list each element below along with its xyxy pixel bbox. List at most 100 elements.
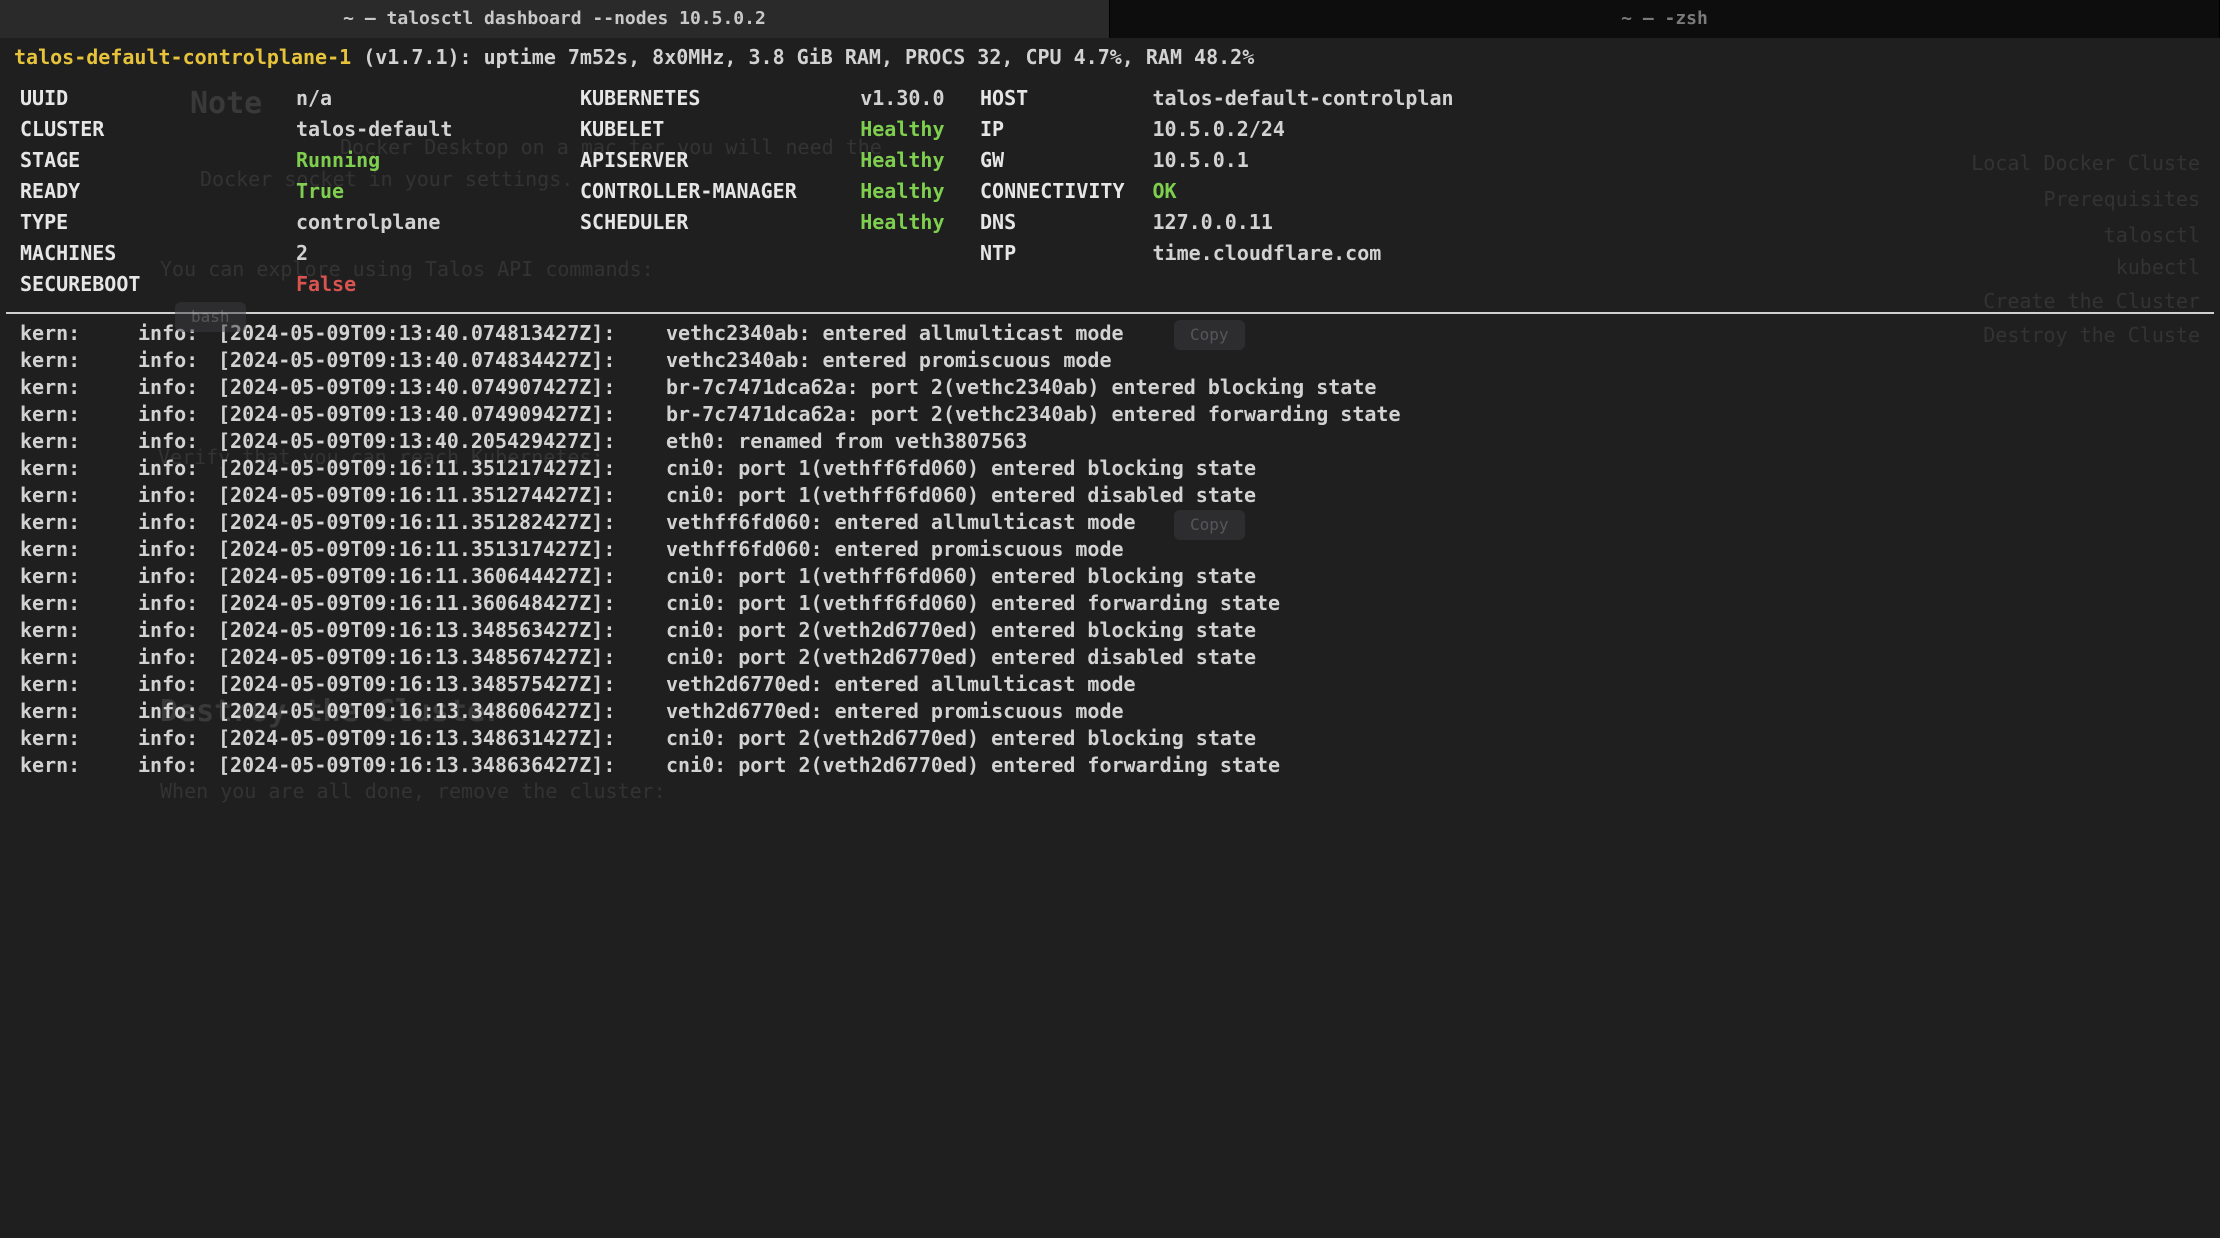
info-label: IP <box>980 116 1125 143</box>
log-lvl: info: <box>138 482 218 509</box>
log-msg: vethc2340ab: entered promiscuous mode <box>666 347 2200 374</box>
log-fac: kern: <box>20 428 138 455</box>
log-ts: [2024-05-09T09:16:11.351217427Z]: <box>218 455 666 482</box>
log-msg: vethff6fd060: entered allmulticast mode <box>666 509 2200 536</box>
log-ts: [2024-05-09T09:13:40.074907427Z]: <box>218 374 666 401</box>
log-fac: kern: <box>20 455 138 482</box>
info-value: 10.5.0.2/24 <box>1153 116 1454 143</box>
log-ts: [2024-05-09T09:16:13.348567427Z]: <box>218 644 666 671</box>
log-msg: veth2d6770ed: entered promiscuous mode <box>666 698 2200 725</box>
info-value: talos-default-controlplan <box>1153 85 1454 112</box>
log-ts: [2024-05-09T09:13:40.074834427Z]: <box>218 347 666 374</box>
log-line: kern:info:[2024-05-09T09:16:13.348575427… <box>20 671 2200 698</box>
log-line: kern:info:[2024-05-09T09:13:40.205429427… <box>20 428 2200 455</box>
log-ts: [2024-05-09T09:16:11.360644427Z]: <box>218 563 666 590</box>
log-ts: [2024-05-09T09:16:13.348575427Z]: <box>218 671 666 698</box>
info-value: controlplane <box>296 209 580 236</box>
log-line: kern:info:[2024-05-09T09:16:13.348567427… <box>20 644 2200 671</box>
log-msg: cni0: port 2(veth2d6770ed) entered block… <box>666 725 2200 752</box>
info-value: 10.5.0.1 <box>1153 147 1454 174</box>
info-label: APISERVER <box>580 147 832 174</box>
info-value: OK <box>1153 178 1454 205</box>
log-fac: kern: <box>20 698 138 725</box>
log-line: kern:info:[2024-05-09T09:13:40.074813427… <box>20 320 2200 347</box>
info-value: Running <box>296 147 580 174</box>
log-fac: kern: <box>20 617 138 644</box>
log-ts: [2024-05-09T09:16:11.351282427Z]: <box>218 509 666 536</box>
log-fac: kern: <box>20 752 138 779</box>
log-msg: br-7c7471dca62a: port 2(vethc2340ab) ent… <box>666 374 2200 401</box>
info-label: KUBELET <box>580 116 832 143</box>
log-ts: [2024-05-09T09:16:11.351274427Z]: <box>218 482 666 509</box>
log-line: kern:info:[2024-05-09T09:16:11.351217427… <box>20 455 2200 482</box>
info-label: GW <box>980 147 1125 174</box>
info-label: NTP <box>980 240 1125 267</box>
info-group-node: UUIDn/aCLUSTERtalos-defaultSTAGERunningR… <box>20 85 580 298</box>
log-line: kern:info:[2024-05-09T09:16:13.348606427… <box>20 698 2200 725</box>
log-lvl: info: <box>138 671 218 698</box>
dashboard-info: UUIDn/aCLUSTERtalos-defaultSTAGERunningR… <box>0 75 2220 306</box>
log-ts: [2024-05-09T09:13:40.074909427Z]: <box>218 401 666 428</box>
info-label: CONNECTIVITY <box>980 178 1125 205</box>
info-label: READY <box>20 178 268 205</box>
info-label: UUID <box>20 85 268 112</box>
info-value: Healthy <box>860 178 980 205</box>
ghost-when-done: When you are all done, remove the cluste… <box>160 778 666 805</box>
info-value: 127.0.0.11 <box>1153 209 1454 236</box>
log-msg: cni0: port 1(vethff6fd060) entered disab… <box>666 482 2200 509</box>
info-group-k8s: KUBERNETESv1.30.0KUBELETHealthyAPISERVER… <box>580 85 980 298</box>
info-value: v1.30.0 <box>860 85 980 112</box>
info-label: SECUREBOOT <box>20 271 268 298</box>
log-fac: kern: <box>20 374 138 401</box>
log-line: kern:info:[2024-05-09T09:16:11.351317427… <box>20 536 2200 563</box>
info-label: STAGE <box>20 147 268 174</box>
log-msg: veth2d6770ed: entered allmulticast mode <box>666 671 2200 698</box>
log-msg: br-7c7471dca62a: port 2(vethc2340ab) ent… <box>666 401 2200 428</box>
log-fac: kern: <box>20 347 138 374</box>
log-fac: kern: <box>20 563 138 590</box>
info-value: time.cloudflare.com <box>1153 240 1454 267</box>
log-lvl: info: <box>138 536 218 563</box>
log-line: kern:info:[2024-05-09T09:16:11.351274427… <box>20 482 2200 509</box>
log-line: kern:info:[2024-05-09T09:16:11.360648427… <box>20 590 2200 617</box>
node-name: talos-default-controlplane-1 <box>14 45 351 69</box>
info-value: Healthy <box>860 147 980 174</box>
info-label: HOST <box>980 85 1125 112</box>
log-lvl: info: <box>138 509 218 536</box>
info-value: True <box>296 178 580 205</box>
log-lvl: info: <box>138 725 218 752</box>
log-fac: kern: <box>20 671 138 698</box>
info-label: CLUSTER <box>20 116 268 143</box>
log-line: kern:info:[2024-05-09T09:13:40.074907427… <box>20 374 2200 401</box>
info-label: SCHEDULER <box>580 209 832 236</box>
log-line: kern:info:[2024-05-09T09:16:11.351282427… <box>20 509 2200 536</box>
log-fac: kern: <box>20 401 138 428</box>
log-line: kern:info:[2024-05-09T09:16:13.348631427… <box>20 725 2200 752</box>
log-msg: cni0: port 2(veth2d6770ed) entered block… <box>666 617 2200 644</box>
info-value: Healthy <box>860 209 980 236</box>
tab-zsh[interactable]: ~ — -zsh <box>1110 0 2220 38</box>
log-ts: [2024-05-09T09:16:13.348631427Z]: <box>218 725 666 752</box>
log-msg: vethff6fd060: entered promiscuous mode <box>666 536 2200 563</box>
log-ts: [2024-05-09T09:16:13.348636427Z]: <box>218 752 666 779</box>
log-ts: [2024-05-09T09:13:40.205429427Z]: <box>218 428 666 455</box>
info-label: MACHINES <box>20 240 268 267</box>
log-ts: [2024-05-09T09:13:40.074813427Z]: <box>218 320 666 347</box>
section-divider <box>6 312 2214 314</box>
log-ts: [2024-05-09T09:16:11.351317427Z]: <box>218 536 666 563</box>
node-summary: (v1.7.1): uptime 7m52s, 8x0MHz, 3.8 GiB … <box>351 45 1254 69</box>
kernel-log[interactable]: kern:info:[2024-05-09T09:13:40.074813427… <box>0 318 2220 781</box>
log-msg: cni0: port 1(vethff6fd060) entered block… <box>666 563 2200 590</box>
log-fac: kern: <box>20 536 138 563</box>
log-fac: kern: <box>20 482 138 509</box>
info-value: Healthy <box>860 116 980 143</box>
log-msg: cni0: port 2(veth2d6770ed) entered forwa… <box>666 752 2200 779</box>
log-fac: kern: <box>20 509 138 536</box>
log-fac: kern: <box>20 590 138 617</box>
info-value: talos-default <box>296 116 580 143</box>
log-msg: cni0: port 1(vethff6fd060) entered forwa… <box>666 590 2200 617</box>
tab-talosctl-dashboard[interactable]: ~ — talosctl dashboard --nodes 10.5.0.2 <box>0 0 1110 38</box>
log-ts: [2024-05-09T09:16:13.348563427Z]: <box>218 617 666 644</box>
log-lvl: info: <box>138 563 218 590</box>
dashboard-header: talos-default-controlplane-1 (v1.7.1): u… <box>0 38 2220 75</box>
